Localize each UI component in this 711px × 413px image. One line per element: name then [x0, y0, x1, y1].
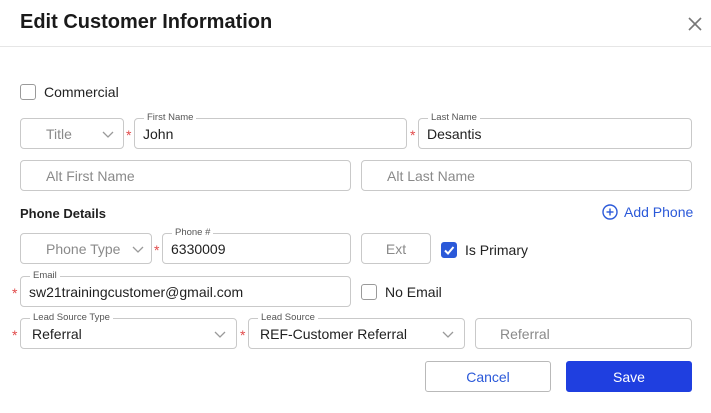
commercial-checkbox[interactable] — [20, 84, 36, 100]
plus-circle-icon — [602, 204, 618, 220]
phone-number-value: 6330009 — [171, 241, 226, 257]
alt-last-name-placeholder: Alt Last Name — [387, 168, 475, 184]
edit-customer-dialog: Edit Customer Information Commercial Tit… — [0, 0, 711, 413]
checkmark-icon — [444, 246, 455, 255]
chevron-down-icon — [442, 331, 454, 338]
first-name-field[interactable]: First Name John — [134, 112, 407, 149]
phone-number-label: Phone # — [172, 227, 214, 239]
referral-field[interactable]: Referral — [475, 318, 692, 349]
lead-source-select[interactable]: Lead Source REF-Customer Referral — [248, 312, 465, 349]
save-button[interactable]: Save — [566, 361, 692, 392]
dialog-header: Edit Customer Information — [0, 0, 711, 47]
lead-source-type-value: Referral — [32, 326, 82, 342]
phone-type-select[interactable]: Phone Type — [20, 233, 152, 264]
chevron-down-icon — [214, 331, 226, 338]
required-marker: * — [410, 127, 416, 143]
last-name-label: Last Name — [428, 112, 480, 124]
first-name-value: John — [143, 126, 174, 142]
email-label: Email — [30, 270, 60, 282]
last-name-value: Desantis — [427, 126, 482, 142]
alt-first-name-field[interactable]: Alt First Name — [20, 160, 351, 191]
alt-first-name-placeholder: Alt First Name — [46, 168, 135, 184]
no-email-label: No Email — [385, 284, 442, 300]
close-icon[interactable] — [686, 15, 704, 33]
ext-field[interactable]: Ext — [361, 233, 431, 264]
required-marker: * — [240, 327, 246, 343]
first-name-label: First Name — [144, 112, 197, 124]
last-name-field[interactable]: Last Name Desantis — [418, 112, 692, 149]
title-select[interactable]: Title — [20, 118, 124, 149]
phone-details-heading: Phone Details — [20, 206, 106, 221]
lead-source-type-select[interactable]: Lead Source Type Referral — [20, 312, 237, 349]
add-phone-button[interactable]: Add Phone — [602, 204, 693, 220]
required-marker: * — [154, 242, 160, 258]
lead-source-label: Lead Source — [258, 312, 318, 324]
is-primary-label: Is Primary — [465, 242, 528, 258]
required-marker: * — [12, 327, 18, 343]
add-phone-label: Add Phone — [624, 204, 694, 220]
referral-placeholder: Referral — [500, 326, 550, 342]
phone-type-placeholder: Phone Type — [46, 241, 121, 257]
required-marker: * — [12, 285, 18, 301]
lead-source-value: REF-Customer Referral — [260, 326, 408, 342]
chevron-down-icon — [102, 131, 114, 138]
title-placeholder: Title — [46, 126, 72, 142]
required-marker: * — [126, 127, 132, 143]
no-email-checkbox[interactable] — [361, 284, 377, 300]
email-field[interactable]: Email sw21trainingcustomer@gmail.com — [20, 270, 351, 307]
phone-number-field[interactable]: Phone # 6330009 — [162, 227, 351, 264]
commercial-label: Commercial — [44, 84, 119, 100]
is-primary-checkbox[interactable] — [441, 242, 457, 258]
ext-placeholder: Ext — [385, 241, 407, 257]
lead-source-type-label: Lead Source Type — [30, 312, 113, 324]
chevron-down-icon — [132, 246, 144, 253]
dialog-title: Edit Customer Information — [20, 11, 273, 33]
alt-last-name-field[interactable]: Alt Last Name — [361, 160, 692, 191]
cancel-button[interactable]: Cancel — [425, 361, 551, 392]
email-value: sw21trainingcustomer@gmail.com — [29, 284, 244, 300]
